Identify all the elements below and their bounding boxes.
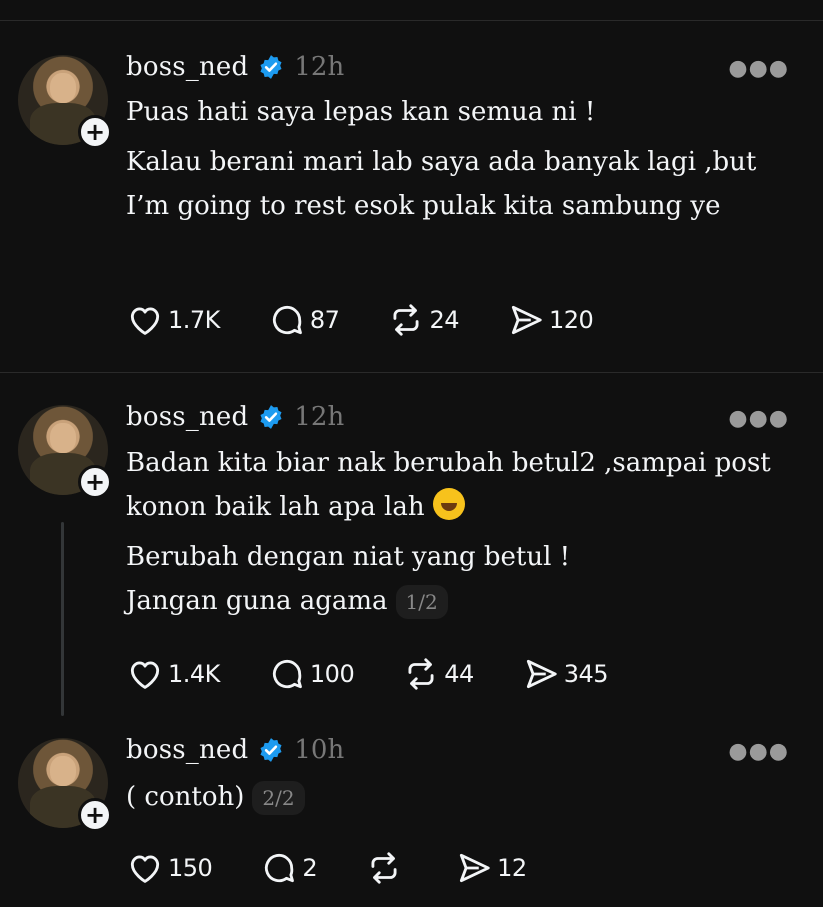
share-icon	[460, 853, 490, 883]
avatar[interactable]: +	[18, 55, 112, 149]
heart-icon	[130, 855, 160, 883]
post-actions: 1.4K 100 44 345	[126, 655, 656, 693]
share-button[interactable]: 12	[455, 849, 527, 887]
like-count: 150	[168, 854, 213, 882]
repost-icon	[393, 304, 419, 336]
more-options-icon[interactable]: ●●●	[728, 56, 789, 81]
like-count: 1.4K	[168, 660, 220, 688]
post-time: 10h	[294, 735, 345, 765]
post-paragraph: Jangan guna agama 1/2	[126, 579, 796, 623]
post-paragraph: Kalau berani mari lab saya ada banyak la…	[126, 147, 757, 221]
post-text: Puas hati saya lepas kan semua ni ! Kala…	[126, 90, 796, 234]
post-actions: 150 2 12	[126, 849, 575, 887]
share-icon	[526, 659, 557, 689]
username[interactable]: boss_ned	[126, 735, 248, 765]
like-button[interactable]: 1.4K	[126, 655, 220, 693]
follow-plus-icon[interactable]: +	[78, 115, 112, 149]
username[interactable]: boss_ned	[126, 402, 248, 432]
reply-button[interactable]: 87	[268, 301, 340, 339]
comment-icon	[272, 659, 302, 689]
post-time: 12h	[294, 402, 345, 432]
post-paragraph: Berubah dengan niat yang betul !	[126, 542, 571, 572]
thread-counter-badge: 1/2	[395, 585, 448, 619]
post-header: boss_ned 12h	[126, 50, 344, 84]
heart-icon	[130, 307, 160, 335]
comment-icon	[272, 305, 302, 335]
avatar[interactable]: +	[18, 738, 112, 832]
post-header: boss_ned 12h	[126, 400, 344, 434]
share-button[interactable]: 120	[507, 301, 594, 339]
reply-count: 2	[302, 854, 318, 882]
share-button[interactable]: 345	[522, 655, 609, 693]
reply-button[interactable]: 2	[260, 849, 318, 887]
thread-counter-badge: 2/2	[252, 781, 305, 815]
repost-count: 24	[429, 306, 459, 334]
follow-plus-icon[interactable]: +	[78, 465, 112, 499]
reply-button[interactable]: 100	[268, 655, 355, 693]
more-options-icon[interactable]: ●●●	[728, 406, 789, 431]
verified-badge-icon	[260, 55, 282, 79]
repost-icon	[408, 658, 434, 690]
reply-count: 100	[309, 660, 355, 688]
follow-plus-icon[interactable]: +	[78, 798, 112, 832]
comment-icon	[265, 853, 295, 883]
top-divider	[0, 20, 823, 21]
verified-badge-icon	[260, 405, 282, 429]
share-count: 120	[549, 306, 594, 334]
like-button[interactable]: 1.7K	[126, 301, 220, 339]
post-header: boss_ned 10h	[126, 733, 344, 767]
share-count: 345	[563, 660, 609, 688]
reply-count: 87	[309, 306, 340, 334]
thread-connector-line	[61, 522, 64, 716]
repost-button[interactable]: 44	[402, 655, 474, 693]
rolling-laughing-emoji-icon	[432, 488, 465, 520]
repost-button[interactable]: 24	[387, 301, 459, 339]
post-paragraph: Badan kita biar nak berubah betul2 ,samp…	[126, 441, 796, 529]
share-icon	[511, 305, 542, 335]
avatar[interactable]: +	[18, 405, 112, 499]
post-paragraph: ( contoh) 2/2	[126, 775, 796, 819]
repost-icon	[371, 852, 397, 884]
heart-icon	[130, 661, 160, 689]
like-count: 1.7K	[168, 306, 220, 334]
repost-count: 44	[444, 660, 474, 688]
post-text: Badan kita biar nak berubah betul2 ,samp…	[126, 441, 796, 629]
share-count: 12	[497, 854, 527, 882]
username[interactable]: boss_ned	[126, 52, 248, 82]
post-paragraph-text: ( contoh)	[126, 782, 245, 812]
post-actions: 1.7K 87 24 120	[126, 301, 641, 339]
more-options-icon[interactable]: ●●●	[728, 739, 789, 764]
repost-button[interactable]	[365, 849, 407, 887]
post-text: ( contoh) 2/2	[126, 775, 796, 825]
like-button[interactable]: 150	[126, 849, 213, 887]
post-paragraph: Puas hati saya lepas kan semua ni !	[126, 97, 596, 127]
post-divider	[0, 372, 823, 373]
post-time: 12h	[294, 52, 345, 82]
post-paragraph-text: Jangan guna agama	[126, 586, 388, 616]
verified-badge-icon	[260, 738, 282, 762]
